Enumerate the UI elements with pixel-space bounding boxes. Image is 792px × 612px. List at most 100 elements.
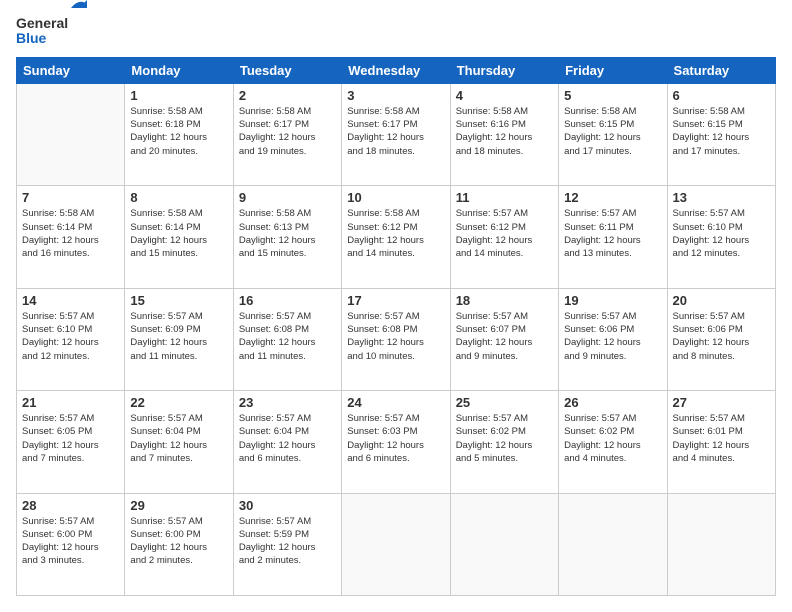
calendar-day-cell bbox=[450, 493, 558, 595]
day-number: 5 bbox=[564, 88, 661, 103]
day-number: 27 bbox=[673, 395, 770, 410]
day-info: Sunrise: 5:58 AM Sunset: 6:18 PM Dayligh… bbox=[130, 105, 227, 158]
day-number: 11 bbox=[456, 190, 553, 205]
day-info: Sunrise: 5:57 AM Sunset: 6:09 PM Dayligh… bbox=[130, 310, 227, 363]
day-info: Sunrise: 5:57 AM Sunset: 6:12 PM Dayligh… bbox=[456, 207, 553, 260]
day-info: Sunrise: 5:57 AM Sunset: 6:00 PM Dayligh… bbox=[22, 515, 119, 568]
day-number: 21 bbox=[22, 395, 119, 410]
calendar-day-cell: 30Sunrise: 5:57 AM Sunset: 5:59 PM Dayli… bbox=[233, 493, 341, 595]
day-info: Sunrise: 5:57 AM Sunset: 6:07 PM Dayligh… bbox=[456, 310, 553, 363]
day-number: 19 bbox=[564, 293, 661, 308]
calendar-day-cell: 18 Sunrise: 5:57 AM Sunset: 6:07 PM Dayli… bbox=[450, 288, 558, 390]
calendar-day-cell: 8 Sunrise: 5:58 AM Sunset: 6:14 PM Daylig… bbox=[125, 186, 233, 288]
day-info: Sunrise: 5:58 AM Sunset: 6:17 PM Dayligh… bbox=[347, 105, 444, 158]
calendar-day-cell: 13Sunrise: 5:57 AM Sunset: 6:10 PM Dayli… bbox=[667, 186, 775, 288]
day-info: Sunrise: 5:57 AM Sunset: 6:08 PM Dayligh… bbox=[347, 310, 444, 363]
calendar-day-cell: 5 Sunrise: 5:58 AM Sunset: 6:15 PM Daylig… bbox=[559, 83, 667, 185]
day-info: Sunrise: 5:58 AM Sunset: 6:12 PM Dayligh… bbox=[347, 207, 444, 260]
day-info: Sunrise: 5:57 AM Sunset: 6:04 PM Dayligh… bbox=[130, 412, 227, 465]
calendar-day-cell: 21 Sunrise: 5:57 AM Sunset: 6:05 PM Dayli… bbox=[17, 391, 125, 493]
day-number: 18 bbox=[456, 293, 553, 308]
calendar-header-cell: Sunday bbox=[17, 57, 125, 83]
day-info: Sunrise: 5:57 AM Sunset: 6:01 PM Dayligh… bbox=[673, 412, 770, 465]
day-number: 28 bbox=[22, 498, 119, 513]
day-info: Sunrise: 5:58 AM Sunset: 6:16 PM Dayligh… bbox=[456, 105, 553, 158]
calendar-table: SundayMondayTuesdayWednesdayThursdayFrid… bbox=[16, 57, 776, 596]
day-number: 9 bbox=[239, 190, 336, 205]
day-number: 23 bbox=[239, 395, 336, 410]
day-info: Sunrise: 5:57 AM Sunset: 6:00 PM Dayligh… bbox=[130, 515, 227, 568]
calendar-day-cell: 11 Sunrise: 5:57 AM Sunset: 6:12 PM Dayli… bbox=[450, 186, 558, 288]
calendar-week-row: 21 Sunrise: 5:57 AM Sunset: 6:05 PM Dayli… bbox=[17, 391, 776, 493]
logo-general-text: General bbox=[16, 16, 68, 31]
day-number: 15 bbox=[130, 293, 227, 308]
calendar-day-cell: 17 Sunrise: 5:57 AM Sunset: 6:08 PM Dayli… bbox=[342, 288, 450, 390]
day-number: 2 bbox=[239, 88, 336, 103]
calendar-day-cell: 16Sunrise: 5:57 AM Sunset: 6:08 PM Dayli… bbox=[233, 288, 341, 390]
day-number: 30 bbox=[239, 498, 336, 513]
day-info: Sunrise: 5:58 AM Sunset: 6:15 PM Dayligh… bbox=[673, 105, 770, 158]
calendar-week-row: 7 Sunrise: 5:58 AM Sunset: 6:14 PM Daylig… bbox=[17, 186, 776, 288]
calendar-header-cell: Tuesday bbox=[233, 57, 341, 83]
day-number: 16 bbox=[239, 293, 336, 308]
day-info: Sunrise: 5:57 AM Sunset: 6:06 PM Dayligh… bbox=[564, 310, 661, 363]
day-number: 22 bbox=[130, 395, 227, 410]
calendar-header-cell: Friday bbox=[559, 57, 667, 83]
calendar-header-cell: Wednesday bbox=[342, 57, 450, 83]
day-number: 12 bbox=[564, 190, 661, 205]
calendar-day-cell: 27 Sunrise: 5:57 AM Sunset: 6:01 PM Dayli… bbox=[667, 391, 775, 493]
day-info: Sunrise: 5:58 AM Sunset: 6:15 PM Dayligh… bbox=[564, 105, 661, 158]
day-number: 26 bbox=[564, 395, 661, 410]
day-number: 7 bbox=[22, 190, 119, 205]
day-number: 24 bbox=[347, 395, 444, 410]
page: GeneralBlue SundayMondayTuesdayWednesday… bbox=[0, 0, 792, 612]
day-info: Sunrise: 5:57 AM Sunset: 6:10 PM Dayligh… bbox=[22, 310, 119, 363]
day-info: Sunrise: 5:58 AM Sunset: 6:14 PM Dayligh… bbox=[130, 207, 227, 260]
day-info: Sunrise: 5:57 AM Sunset: 6:02 PM Dayligh… bbox=[456, 412, 553, 465]
day-number: 4 bbox=[456, 88, 553, 103]
calendar-day-cell: 28 Sunrise: 5:57 AM Sunset: 6:00 PM Dayli… bbox=[17, 493, 125, 595]
calendar-day-cell: 4 Sunrise: 5:58 AM Sunset: 6:16 PM Daylig… bbox=[450, 83, 558, 185]
day-info: Sunrise: 5:57 AM Sunset: 6:11 PM Dayligh… bbox=[564, 207, 661, 260]
day-number: 8 bbox=[130, 190, 227, 205]
day-info: Sunrise: 5:57 AM Sunset: 6:02 PM Dayligh… bbox=[564, 412, 661, 465]
day-number: 29 bbox=[130, 498, 227, 513]
day-info: Sunrise: 5:57 AM Sunset: 6:03 PM Dayligh… bbox=[347, 412, 444, 465]
logo-wing-icon bbox=[71, 0, 91, 18]
calendar-day-cell: 3 Sunrise: 5:58 AM Sunset: 6:17 PM Daylig… bbox=[342, 83, 450, 185]
calendar-header-cell: Monday bbox=[125, 57, 233, 83]
calendar-day-cell: 23 Sunrise: 5:57 AM Sunset: 6:04 PM Dayli… bbox=[233, 391, 341, 493]
calendar-week-row: 28 Sunrise: 5:57 AM Sunset: 6:00 PM Dayli… bbox=[17, 493, 776, 595]
day-number: 14 bbox=[22, 293, 119, 308]
calendar-day-cell bbox=[667, 493, 775, 595]
calendar-day-cell: 15 Sunrise: 5:57 AM Sunset: 6:09 PM Dayli… bbox=[125, 288, 233, 390]
calendar-day-cell: 10 Sunrise: 5:58 AM Sunset: 6:12 PM Dayli… bbox=[342, 186, 450, 288]
calendar-day-cell: 7Sunrise: 5:58 AM Sunset: 6:14 PM Daylig… bbox=[17, 186, 125, 288]
calendar-day-cell: 19 Sunrise: 5:57 AM Sunset: 6:06 PM Dayli… bbox=[559, 288, 667, 390]
header: GeneralBlue bbox=[16, 16, 776, 47]
day-info: Sunrise: 5:57 AM Sunset: 6:05 PM Dayligh… bbox=[22, 412, 119, 465]
calendar-day-cell: 24 Sunrise: 5:57 AM Sunset: 6:03 PM Dayli… bbox=[342, 391, 450, 493]
day-number: 1 bbox=[130, 88, 227, 103]
day-number: 6 bbox=[673, 88, 770, 103]
calendar-header-cell: Thursday bbox=[450, 57, 558, 83]
calendar-day-cell: 25 Sunrise: 5:57 AM Sunset: 6:02 PM Dayli… bbox=[450, 391, 558, 493]
day-info: Sunrise: 5:57 AM Sunset: 6:06 PM Dayligh… bbox=[673, 310, 770, 363]
day-number: 20 bbox=[673, 293, 770, 308]
logo-container: GeneralBlue bbox=[16, 16, 68, 47]
calendar-body: 1 Sunrise: 5:58 AM Sunset: 6:18 PM Daylig… bbox=[17, 83, 776, 595]
day-number: 25 bbox=[456, 395, 553, 410]
calendar-day-cell bbox=[17, 83, 125, 185]
day-number: 3 bbox=[347, 88, 444, 103]
day-info: Sunrise: 5:57 AM Sunset: 6:10 PM Dayligh… bbox=[673, 207, 770, 260]
calendar-day-cell: 9Sunrise: 5:58 AM Sunset: 6:13 PM Daylig… bbox=[233, 186, 341, 288]
day-info: Sunrise: 5:58 AM Sunset: 6:17 PM Dayligh… bbox=[239, 105, 336, 158]
calendar-day-cell bbox=[342, 493, 450, 595]
calendar-header-row: SundayMondayTuesdayWednesdayThursdayFrid… bbox=[17, 57, 776, 83]
day-number: 10 bbox=[347, 190, 444, 205]
calendar-day-cell: 6 Sunrise: 5:58 AM Sunset: 6:15 PM Daylig… bbox=[667, 83, 775, 185]
calendar-week-row: 14 Sunrise: 5:57 AM Sunset: 6:10 PM Dayli… bbox=[17, 288, 776, 390]
day-info: Sunrise: 5:57 AM Sunset: 6:04 PM Dayligh… bbox=[239, 412, 336, 465]
logo: GeneralBlue bbox=[16, 16, 68, 47]
day-number: 17 bbox=[347, 293, 444, 308]
